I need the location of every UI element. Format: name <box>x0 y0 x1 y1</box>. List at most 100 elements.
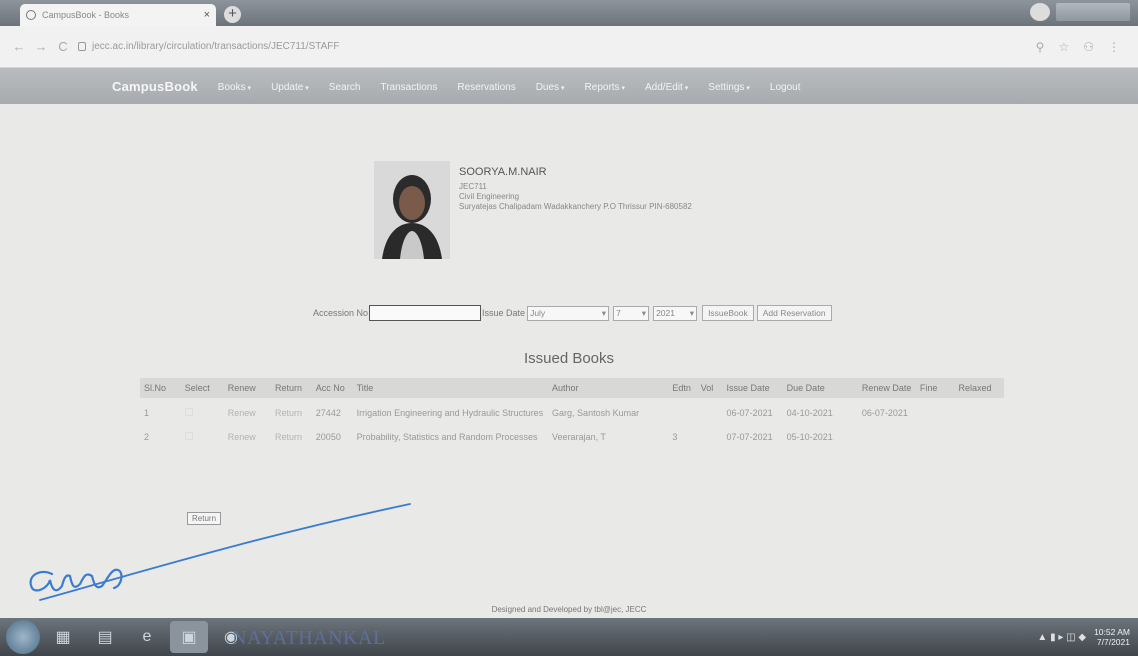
close-icon[interactable]: × <box>204 9 210 21</box>
select-checkbox[interactable] <box>184 408 193 416</box>
nav-item-label: Search <box>328 82 361 93</box>
media-icon[interactable]: ▦ <box>44 621 82 653</box>
renew-link[interactable]: Renew <box>224 422 271 446</box>
window-controls <box>1030 3 1130 21</box>
nav-item-label: Update <box>271 82 304 93</box>
month-value: July <box>530 308 546 318</box>
column-header: Relaxed <box>958 383 992 393</box>
chevron-down-icon: ▾ <box>559 85 565 92</box>
clock-date: 7/7/2021 <box>1096 637 1130 647</box>
profile-id: JEC711 <box>459 182 487 191</box>
browser-tab[interactable]: CampusBook - Books × <box>20 4 216 26</box>
issue-cell: 06-07-2021 <box>726 408 773 418</box>
chevron-down-icon: ▾ <box>303 85 309 92</box>
nav-item-label: Reports <box>584 82 620 93</box>
return-link[interactable]: Return <box>271 398 312 422</box>
lock-icon <box>78 42 86 51</box>
chevron-down-icon: ▾ <box>641 307 647 318</box>
clock-time: 10:52 AM <box>1094 627 1130 637</box>
nav-item-label: Add/Edit <box>645 82 683 93</box>
nav-item-reservations[interactable]: Reservations <box>457 82 515 93</box>
nav-item-update[interactable]: Update ▾ <box>271 82 309 93</box>
record-icon[interactable] <box>1030 3 1050 21</box>
back-icon[interactable]: ← <box>8 39 30 54</box>
title-cell: Irrigation Engineering and Hydraulic Str… <box>356 408 544 418</box>
new-tab-button[interactable]: + <box>224 6 241 23</box>
nav-item-add-edit[interactable]: Add/Edit ▾ <box>645 82 688 93</box>
month-select[interactable]: July ▾ <box>527 305 610 321</box>
year-select[interactable]: 2021 ▾ <box>653 305 698 321</box>
nav-item-label: Books <box>217 82 246 93</box>
zoom-icon[interactable]: ⚲ <box>1036 40 1045 54</box>
accession-input[interactable] <box>369 305 482 321</box>
profile-address: Suryatejas Chalipadam Wadakkanchery P.O … <box>459 202 692 211</box>
chevron-down-icon: ▾ <box>689 307 695 318</box>
renew-link[interactable]: Renew <box>224 398 271 422</box>
globe-icon <box>26 10 36 20</box>
column-header: Issue Date <box>726 383 770 393</box>
account-icon[interactable]: ⚇ <box>1083 40 1094 54</box>
edtn-cell: 3 <box>672 432 678 442</box>
select-checkbox[interactable] <box>184 432 193 440</box>
relaxed-cell <box>954 398 1004 422</box>
column-header: Renew Date <box>861 383 912 393</box>
window-buttons[interactable] <box>1056 3 1130 21</box>
chevron-down-icon: ▾ <box>744 85 750 92</box>
nav-item-transactions[interactable]: Transactions <box>380 82 437 93</box>
nav-item-label: Dues <box>535 82 560 93</box>
url-field[interactable]: jecc.ac.in/library/circulation/transacti… <box>92 41 1036 52</box>
chevron-down-icon: ▾ <box>245 85 252 92</box>
nav-item-label: Settings <box>708 82 745 93</box>
return-link[interactable]: Return <box>271 422 312 446</box>
vol-cell <box>697 398 723 422</box>
folder-icon[interactable]: ▤ <box>86 621 124 653</box>
fine-cell <box>916 398 955 422</box>
menu-icon[interactable]: ⋮ <box>1108 40 1120 54</box>
issue-cell: 07-07-2021 <box>726 432 773 442</box>
column-header: Acc No <box>315 383 345 393</box>
nav-item-books[interactable]: Books ▾ <box>218 82 251 93</box>
column-header: Select <box>184 383 210 393</box>
issue-book-button[interactable]: IssueBook <box>702 305 754 321</box>
brand-link[interactable]: CampusBook <box>112 79 198 94</box>
renewdate-cell <box>858 422 916 446</box>
column-header: Sl.No <box>144 383 167 393</box>
fine-cell <box>916 422 955 446</box>
forward-icon[interactable]: → <box>30 39 52 54</box>
handwritten-signature <box>29 503 411 601</box>
start-button[interactable] <box>6 620 40 654</box>
slno-cell: 2 <box>144 432 150 442</box>
reload-icon[interactable]: C <box>52 39 74 54</box>
chevron-down-icon: ▾ <box>682 85 689 92</box>
nav-item-dues[interactable]: Dues ▾ <box>536 82 565 93</box>
due-cell: 04-10-2021 <box>786 408 833 418</box>
column-header: Edtn <box>672 383 691 393</box>
app-icon[interactable]: ▣ <box>170 621 208 653</box>
nav-item-search[interactable]: Search <box>329 82 361 93</box>
star-icon[interactable]: ☆ <box>1058 40 1069 54</box>
taskbar: ▦ ▤ e ▣ ◉ ▲ ▮ ▸ ◫ ◆ 10:52 AM 7/7/2021 <box>0 618 1138 656</box>
nav-item-reports[interactable]: Reports ▾ <box>585 82 625 93</box>
add-reservation-button[interactable]: Add Reservation <box>756 305 832 321</box>
author-cell: Garg, Santosh Kumar <box>552 408 640 418</box>
profile-photo <box>374 161 450 259</box>
tray-icons[interactable]: ▲ ▮ ▸ ◫ ◆ <box>1037 632 1086 643</box>
profile-name: SOORYA.M.NAIR <box>459 166 547 178</box>
handwritten-note: NAYATHANKAL <box>232 627 386 649</box>
nav-item-logout[interactable]: Logout <box>770 82 801 93</box>
edtn-cell <box>668 398 696 422</box>
chevron-down-icon: ▾ <box>601 307 607 318</box>
select-cell <box>181 398 224 422</box>
day-value: 7 <box>616 308 621 318</box>
profile-department: Civil Engineering <box>459 192 520 201</box>
day-select[interactable]: 7 ▾ <box>613 305 650 321</box>
tab-title: CampusBook - Books <box>42 10 130 20</box>
acc-cell: 20050 <box>315 432 341 442</box>
table-row: 2 Renew Return 20050 Probability, Statistics… <box>140 422 1004 446</box>
clock[interactable]: 10:52 AM 7/7/2021 <box>1094 627 1130 647</box>
column-header: Renew <box>227 383 256 393</box>
ie-icon[interactable]: e <box>128 621 166 653</box>
nav-item-settings[interactable]: Settings ▾ <box>708 82 750 93</box>
select-cell <box>181 422 224 446</box>
renewdate-cell: 06-07-2021 <box>861 408 908 418</box>
